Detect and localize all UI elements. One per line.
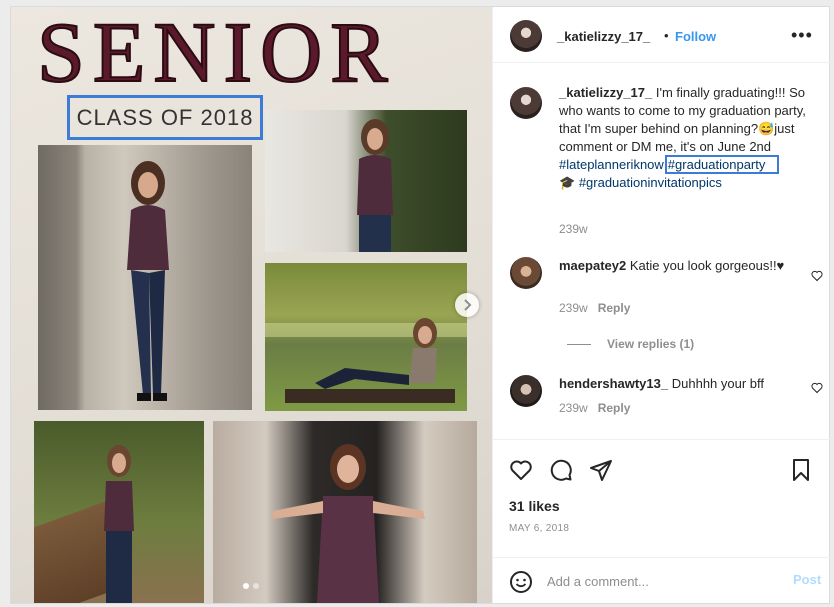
comment-text: Duhhhh your bff bbox=[671, 376, 765, 391]
post-header: _katielizzy_17_ • Follow ••• bbox=[493, 7, 830, 63]
reply-button[interactable]: Reply bbox=[598, 301, 631, 315]
view-replies-label: View replies (1) bbox=[607, 337, 695, 351]
caption-avatar[interactable] bbox=[510, 87, 542, 119]
caption-username[interactable]: _katielizzy_17_ bbox=[559, 85, 652, 100]
comment-username[interactable]: maepatey2 bbox=[559, 258, 626, 273]
post-date[interactable]: MAY 6, 2018 bbox=[509, 523, 569, 534]
add-comment-input[interactable] bbox=[547, 569, 777, 593]
emoji-icon[interactable] bbox=[509, 570, 533, 594]
share-icon[interactable] bbox=[589, 458, 613, 482]
photo-doorway bbox=[213, 421, 477, 603]
post-actions bbox=[493, 439, 830, 499]
replies-divider bbox=[567, 343, 591, 345]
follow-button[interactable]: Follow bbox=[675, 29, 716, 44]
like-comment-icon[interactable] bbox=[811, 270, 823, 282]
more-options-icon[interactable]: ••• bbox=[791, 25, 813, 46]
caption-timestamp[interactable]: 239w bbox=[559, 222, 588, 236]
photo-lake-lying bbox=[265, 263, 467, 411]
chevron-right-icon bbox=[464, 299, 472, 311]
view-replies-button[interactable]: View replies (1) bbox=[567, 337, 694, 351]
photo-standing-barn bbox=[38, 145, 252, 410]
comment-bar: Post bbox=[493, 557, 830, 603]
author-avatar[interactable] bbox=[510, 20, 542, 52]
carousel-dot bbox=[253, 583, 259, 589]
author-username[interactable]: _katielizzy_17_ bbox=[557, 29, 650, 44]
collage-headline: SENIOR bbox=[36, 7, 396, 100]
photo-gazebo bbox=[265, 110, 467, 252]
comment-icon[interactable] bbox=[549, 458, 573, 482]
bookmark-icon[interactable] bbox=[789, 458, 813, 482]
comment-timestamp[interactable]: 239w bbox=[559, 301, 588, 315]
like-comment-icon[interactable] bbox=[811, 382, 823, 394]
carousel-dot-active bbox=[243, 583, 249, 589]
post-media[interactable]: SENIOR CLASS OF 2018 bbox=[11, 7, 492, 603]
collage-photo: SENIOR CLASS OF 2018 bbox=[11, 7, 492, 603]
comment-item: hendershawty13_ Duhhhh your bff bbox=[559, 375, 787, 393]
post-caption: _katielizzy_17_ I'm finally graduating!!… bbox=[559, 84, 811, 192]
next-photo-button[interactable] bbox=[455, 293, 479, 317]
likes-count[interactable]: 31 likes bbox=[509, 498, 560, 514]
graduation-cap-emoji: 🎓 bbox=[559, 175, 576, 190]
hashtag-graduationinvitationpics[interactable]: #graduationinvitationpics bbox=[579, 175, 722, 190]
comment-text: Katie you look gorgeous!!♥ bbox=[629, 258, 785, 273]
carousel-indicator bbox=[243, 583, 259, 589]
photo-fence bbox=[34, 421, 204, 603]
post-dialog: SENIOR CLASS OF 2018 _katielizzy_17_ • F… bbox=[10, 6, 830, 604]
comment-meta: 239w Reply bbox=[559, 401, 630, 415]
comment-avatar[interactable] bbox=[510, 375, 542, 407]
comment-avatar[interactable] bbox=[510, 257, 542, 289]
hashtag-lateplanneriknow[interactable]: #lateplanneriknow bbox=[559, 157, 664, 172]
hashtag-graduationparty[interactable]: #graduationparty bbox=[664, 155, 780, 174]
post-sidebar: _katielizzy_17_ • Follow ••• _katielizzy… bbox=[492, 7, 830, 603]
comment-timestamp[interactable]: 239w bbox=[559, 401, 588, 415]
comment-username[interactable]: hendershawty13_ bbox=[559, 376, 668, 391]
comment-item: maepatey2 Katie you look gorgeous!!♥ bbox=[559, 257, 787, 275]
collage-subheadline: CLASS OF 2018 bbox=[67, 95, 263, 140]
header-separator: • bbox=[664, 28, 669, 43]
post-comment-button[interactable]: Post bbox=[793, 572, 821, 587]
page-background: SENIOR CLASS OF 2018 _katielizzy_17_ • F… bbox=[0, 0, 834, 607]
reply-button[interactable]: Reply bbox=[598, 401, 631, 415]
heart-icon[interactable] bbox=[509, 458, 533, 482]
comment-meta: 239w Reply bbox=[559, 301, 630, 315]
